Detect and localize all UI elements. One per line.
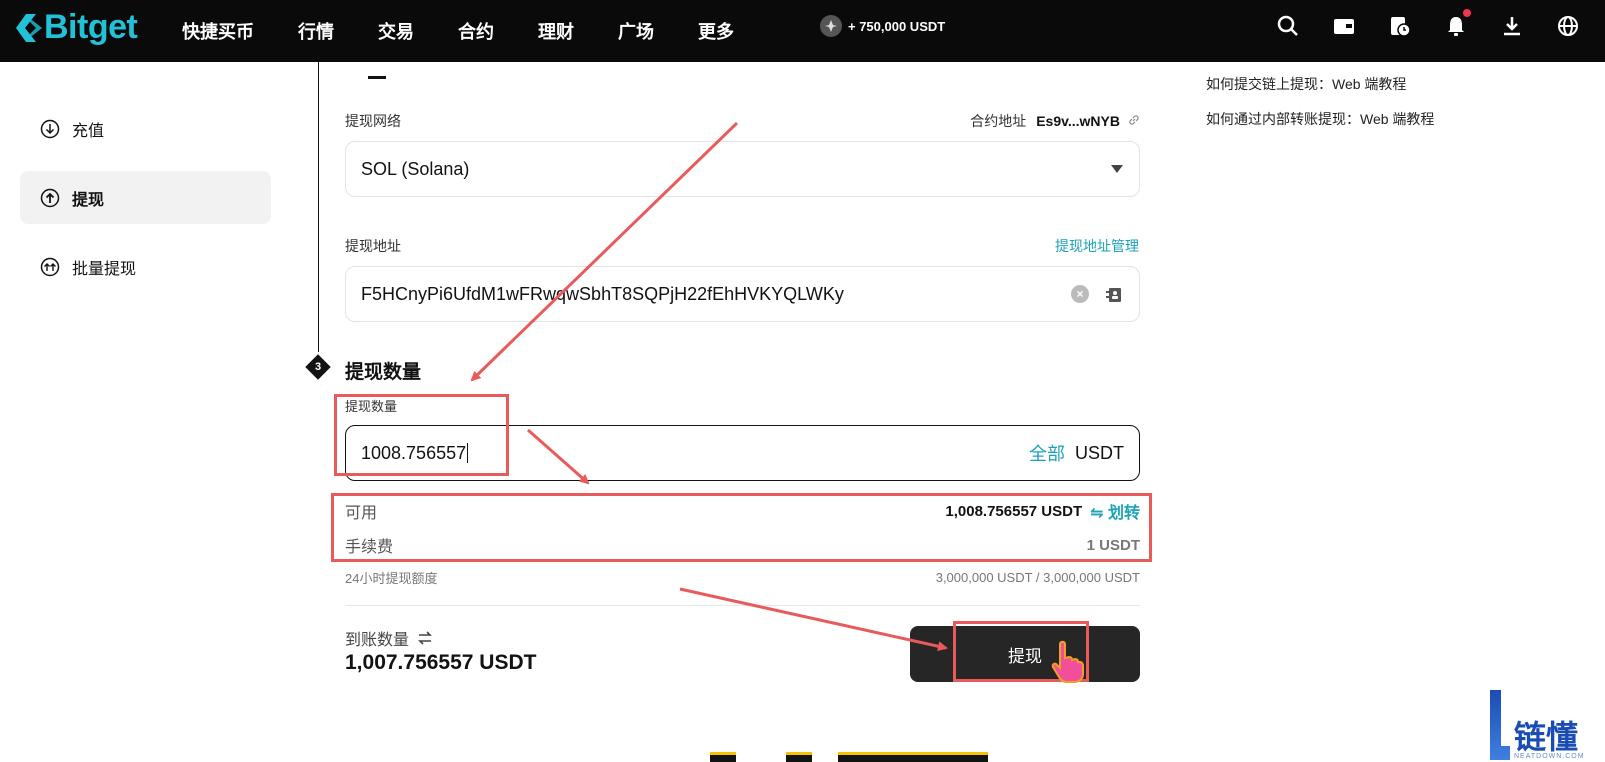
arrow-to-submit	[679, 587, 948, 652]
address-label: 提现地址	[345, 238, 401, 254]
limit-value: 3,000,000 USDT / 3,000,000 USDT	[935, 570, 1140, 585]
step-3-marker: 3	[305, 354, 331, 380]
contract-label: 合约地址	[970, 113, 1027, 129]
sidebar-item-label: 批量提现	[72, 260, 137, 278]
download-icon[interactable]	[1499, 13, 1525, 39]
chevron-down-icon	[1111, 165, 1123, 173]
help-link-onchain[interactable]: 如何提交链上提现：Web 端教程	[1206, 74, 1406, 94]
nav-earn[interactable]: 理财	[538, 18, 574, 44]
limit-label: 24小时提现额度	[345, 571, 438, 586]
contract-value: Es9v...wNYB	[1036, 113, 1120, 129]
deposit-icon	[40, 119, 60, 138]
batch-withdraw-icon	[40, 257, 60, 276]
max-button[interactable]: 全部	[1029, 440, 1065, 466]
nav-trade[interactable]: 交易	[378, 18, 414, 44]
wallet-icon[interactable]	[1331, 13, 1357, 39]
sidebar: 充值 提现 批量提现	[20, 102, 271, 309]
contract-address: 合约地址 Es9v...wNYB	[970, 111, 1140, 131]
sidebar-item-label: 提现	[72, 191, 105, 209]
clear-icon[interactable]: ×	[1071, 285, 1089, 303]
swap-icon[interactable]	[417, 631, 433, 645]
amount-addon: 全部 USDT	[1029, 426, 1124, 480]
top-nav: Bitget 快捷买币 行情 交易 合约 理财 广场 更多 + 750,000 …	[0, 0, 1605, 62]
gift-icon	[820, 15, 842, 37]
search-icon[interactable]	[1275, 13, 1301, 39]
limit-row: 24小时提现额度 3,000,000 USDT / 3,000,000 USDT	[345, 568, 1140, 587]
nav-icon-group	[1245, 9, 1581, 39]
notification-dot	[1463, 9, 1471, 17]
nav-square[interactable]: 广场	[618, 18, 654, 44]
receive-label: 到账数量	[345, 632, 410, 649]
annotation-box-amount	[334, 394, 509, 476]
bitget-logo-icon	[16, 13, 42, 42]
watermark-logo: 链懂 NEATDOWN.COM	[1490, 690, 1585, 760]
promo-text: + 750,000 USDT	[848, 18, 946, 34]
nav-quick-buy[interactable]: 快捷买币	[182, 18, 254, 44]
annotation-box-balance	[331, 493, 1152, 562]
watermark-text: 链懂	[1514, 719, 1579, 755]
help-link-internal[interactable]: 如何通过内部转账提现：Web 端教程	[1206, 109, 1434, 129]
promo-banner[interactable]: + 750,000 USDT	[820, 15, 945, 37]
link-icon[interactable]	[1128, 114, 1140, 129]
amount-section-title: 提现数量	[345, 362, 422, 383]
main-menu: 快捷买币 行情 交易 合约 理财 广场 更多	[182, 0, 778, 62]
network-value: SOL (Solana)	[361, 158, 470, 179]
receive-label-row: 到账数量	[345, 626, 433, 650]
currency-label: USDT	[1075, 442, 1124, 463]
sidebar-item-deposit[interactable]: 充值	[20, 102, 271, 155]
nav-more[interactable]: 更多	[698, 18, 734, 44]
hand-pointer-icon	[1051, 640, 1084, 683]
watermark-l-shape	[1490, 690, 1510, 760]
receive-value: 1,007.756557 USDT	[345, 651, 537, 674]
divider	[345, 605, 1140, 606]
logo-text: Bitget	[44, 8, 138, 46]
tab-indicator	[368, 76, 386, 79]
sidebar-item-batch-withdraw[interactable]: 批量提现	[20, 240, 271, 293]
nav-futures[interactable]: 合约	[458, 18, 494, 44]
bitget-logo[interactable]: Bitget	[16, 8, 138, 47]
globe-icon[interactable]	[1555, 13, 1581, 39]
bottom-partial-content	[706, 752, 988, 762]
sidebar-item-withdraw[interactable]: 提现	[20, 171, 271, 224]
step-rail	[318, 62, 319, 352]
orders-icon[interactable]	[1387, 13, 1413, 39]
address-value: F5HCnyPi6UfdM1wFRwqwSbhT8SQPjH22fEhHVKYQ…	[361, 283, 844, 304]
address-input[interactable]: F5HCnyPi6UfdM1wFRwqwSbhT8SQPjH22fEhHVKYQ…	[345, 266, 1140, 322]
watermark-sub: NEATDOWN.COM	[1514, 753, 1585, 760]
step-number: 3	[314, 361, 322, 373]
network-label: 提现网络	[345, 113, 401, 129]
sidebar-item-label: 充值	[72, 122, 105, 140]
withdraw-icon	[40, 188, 60, 207]
bell-icon[interactable]	[1443, 9, 1471, 39]
network-select[interactable]: SOL (Solana)	[345, 141, 1140, 197]
nav-markets[interactable]: 行情	[298, 18, 334, 44]
address-manage-link[interactable]: 提现地址管理	[1055, 236, 1139, 256]
address-book-icon[interactable]	[1105, 286, 1123, 304]
